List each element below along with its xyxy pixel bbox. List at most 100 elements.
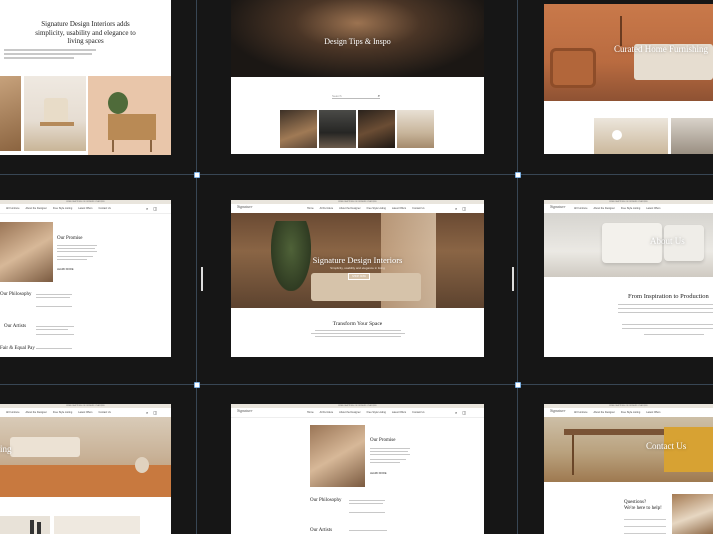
body-text-placeholder	[618, 304, 713, 305]
nav-link[interactable]: Home	[307, 411, 314, 414]
nav-link[interactable]: Latest Offers	[78, 411, 92, 414]
selection-corner-handle[interactable]	[515, 382, 521, 388]
body-text-placeholder	[57, 256, 93, 257]
blog-post-thumbnail[interactable]	[280, 110, 317, 148]
email-field[interactable]	[624, 523, 666, 527]
body-text-placeholder	[315, 330, 401, 331]
nav-link[interactable]: Free Style Listing	[621, 411, 640, 414]
search-icon[interactable]: ⌕	[146, 206, 148, 211]
nav-link[interactable]: Latest Offers	[646, 411, 660, 414]
blog-post-thumbnail[interactable]	[319, 110, 356, 148]
search-icon[interactable]: ⌕	[378, 93, 380, 98]
nav-link[interactable]: All Furniture	[320, 207, 333, 210]
contact-heading: We're here to help!	[624, 506, 662, 511]
heading-line: living spaces	[67, 37, 104, 45]
nav-link[interactable]: About the Designer	[25, 207, 46, 210]
frame-home-selected[interactable]: FREE SHIPPING ON ORDERS OVER $99 Signatu…	[231, 200, 484, 357]
image-placeholder	[54, 516, 140, 534]
nav-link[interactable]: About the Designer	[593, 411, 614, 414]
frame-about-us[interactable]: FREE SHIPPING ON ORDERS OVER $99 Signatu…	[544, 200, 713, 357]
hero-title: ing	[0, 444, 12, 454]
nav-link[interactable]: Home	[307, 207, 314, 210]
section-heading: Our Philosophy	[310, 498, 342, 503]
nav-link[interactable]: Contact Us	[99, 207, 111, 210]
logo[interactable]: Signature	[550, 205, 565, 209]
body-text-placeholder	[311, 333, 405, 334]
frame-curated[interactable]: Curated Home Furnishing	[544, 4, 713, 154]
learn-more-link[interactable]: LEARN MORE	[57, 268, 74, 271]
search-input[interactable]: Search ⌕	[332, 93, 380, 99]
cart-icon[interactable]: ◫	[462, 206, 466, 211]
body-text-placeholder	[622, 324, 713, 325]
message-field[interactable]	[624, 530, 666, 534]
frame-promise-desktop[interactable]: FREE SHIPPING ON ORDERS OVER $99 Signatu…	[231, 404, 484, 534]
body-text-placeholder	[618, 308, 713, 309]
logo[interactable]: Signature	[237, 409, 252, 413]
nav-link[interactable]: Contact Us	[412, 207, 424, 210]
nav-link[interactable]: All Furniture	[6, 207, 19, 210]
search-icon[interactable]: ⌕	[455, 410, 457, 415]
logo[interactable]: Signature	[550, 409, 565, 413]
product-thumbnail[interactable]	[594, 118, 668, 154]
nav-link[interactable]: Latest Offers	[646, 207, 660, 210]
body-text-placeholder	[4, 53, 92, 55]
hero-image	[544, 417, 713, 482]
nav-link[interactable]: All Furniture	[320, 411, 333, 414]
blog-post-thumbnail[interactable]	[358, 110, 395, 148]
nav-link[interactable]: Contact Us	[412, 411, 424, 414]
body-text-placeholder	[370, 462, 400, 463]
hero-image	[544, 213, 713, 277]
nav-link[interactable]: About the Designer	[593, 207, 614, 210]
image-bottles	[0, 516, 50, 534]
frame-blog[interactable]: Design Tips & Inspo Search ⌕	[231, 0, 484, 154]
product-thumbnail[interactable]	[671, 118, 713, 154]
nav-link[interactable]: Latest Offers	[392, 207, 406, 210]
guide-line-vertical	[517, 0, 518, 534]
shop-now-button[interactable]: SHOP NOW	[348, 273, 370, 280]
nav-link[interactable]: Free Style Listing	[621, 207, 640, 210]
blog-post-thumbnail[interactable]	[397, 110, 434, 148]
cart-icon[interactable]: ◫	[462, 410, 466, 415]
nav-link[interactable]: Free Style Listing	[53, 207, 72, 210]
frame-bedroom[interactable]: FREE SHIPPING ON ORDERS OVER $99 All Fur…	[0, 404, 171, 534]
section-heading: Fair & Equal Pay	[0, 346, 35, 351]
hero-image	[0, 417, 171, 497]
search-icon[interactable]: ⌕	[146, 410, 148, 415]
cart-icon[interactable]: ◫	[153, 410, 157, 415]
frame-about-text[interactable]: Signature Design Interiors adds simplici…	[0, 0, 171, 155]
navbar: Signature Home All Furniture About the D…	[231, 408, 484, 418]
nav-link[interactable]: All Furniture	[6, 411, 19, 414]
body-text-placeholder	[36, 306, 72, 307]
section-heading: Our Artists	[310, 528, 333, 533]
frame-promise[interactable]: FREE SHIPPING ON ORDERS OVER $99 All Fur…	[0, 200, 171, 357]
nav-link[interactable]: Free Style Listing	[367, 411, 386, 414]
nav-link[interactable]: About the Designer	[25, 411, 46, 414]
selection-corner-handle[interactable]	[515, 172, 521, 178]
name-field[interactable]	[624, 516, 666, 520]
body-text-placeholder	[349, 512, 385, 513]
body-text-placeholder	[36, 329, 68, 330]
nav-link[interactable]: Latest Offers	[78, 207, 92, 210]
nav-link[interactable]: Free Style Listing	[367, 207, 386, 210]
nav-link[interactable]: All Furniture	[574, 411, 587, 414]
logo[interactable]: Signature	[237, 205, 252, 209]
nav-link[interactable]: About the Designer	[339, 207, 360, 210]
section-heading: From Inspiration to Production	[628, 293, 709, 300]
nav-link[interactable]: Latest Offers	[392, 411, 406, 414]
selection-corner-handle[interactable]	[194, 382, 200, 388]
nav-link[interactable]: Free Style Listing	[53, 411, 72, 414]
frame-contact[interactable]: FREE SHIPPING ON ORDERS OVER $99 Signatu…	[544, 404, 713, 534]
resize-handle[interactable]	[201, 267, 203, 291]
nav-link[interactable]: All Furniture	[574, 207, 587, 210]
body-text-placeholder	[4, 57, 74, 59]
section-heading: Our Promise	[57, 236, 83, 241]
selection-corner-handle[interactable]	[194, 172, 200, 178]
learn-more-link[interactable]: LEARN MORE	[370, 472, 387, 475]
nav-link[interactable]: Contact Us	[99, 411, 111, 414]
nav-link[interactable]: About the Designer	[339, 411, 360, 414]
body-text-placeholder	[349, 503, 383, 504]
cart-icon[interactable]: ◫	[153, 206, 157, 211]
search-icon[interactable]: ⌕	[455, 206, 457, 211]
resize-handle[interactable]	[512, 267, 514, 291]
navbar: All Furniture About the Designer Free St…	[0, 204, 171, 214]
